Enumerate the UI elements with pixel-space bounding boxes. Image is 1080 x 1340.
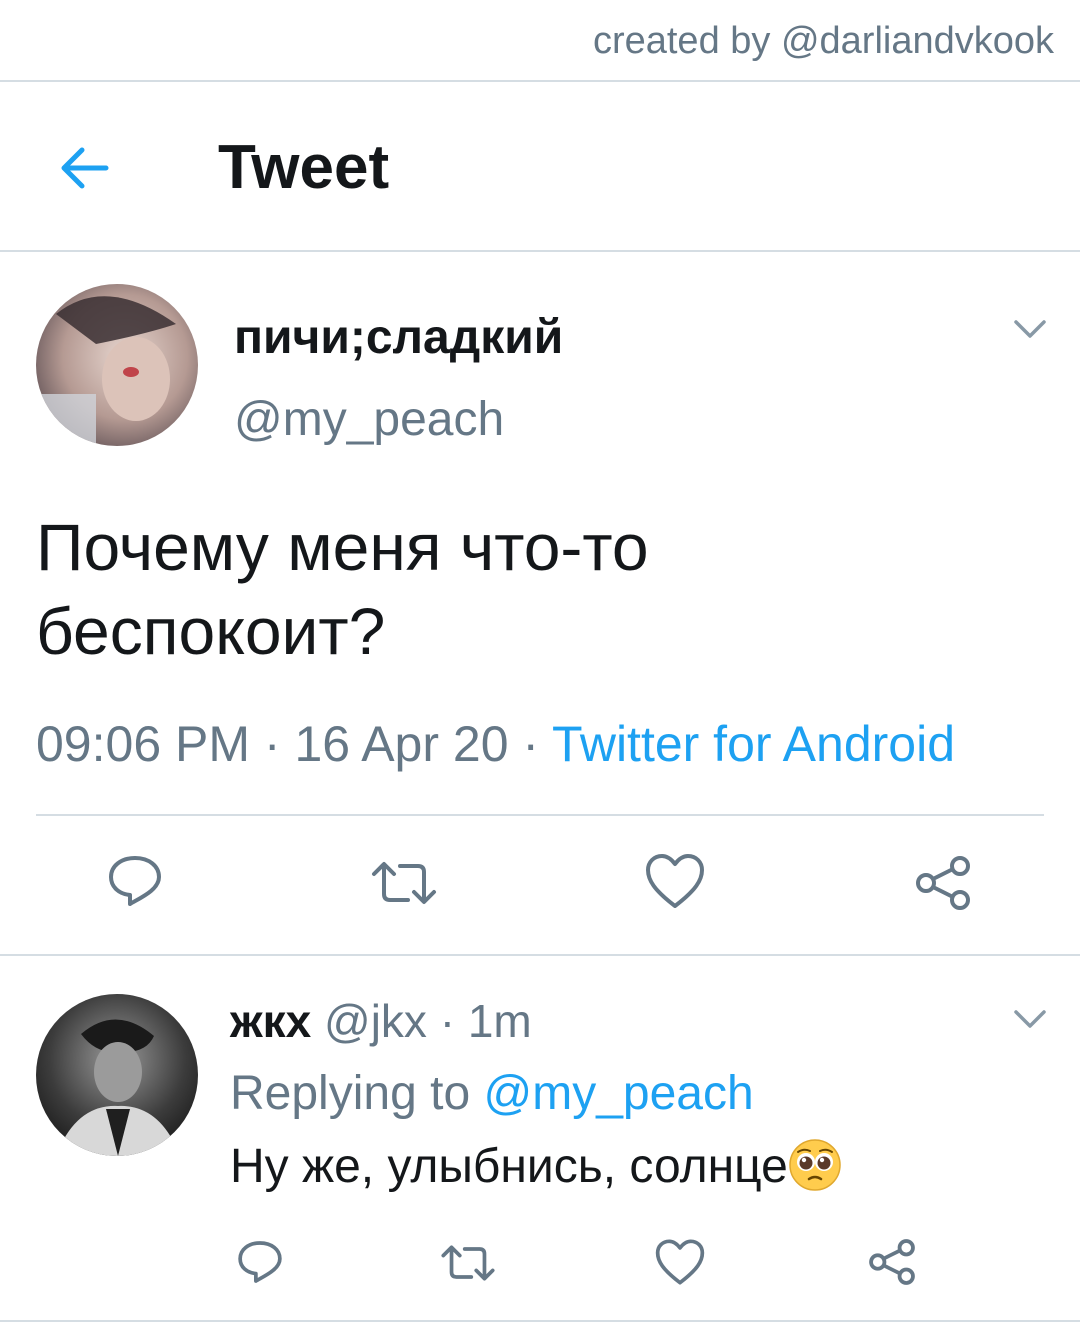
tweet-date: 16 Apr 20: [294, 716, 509, 772]
reply-icon: [238, 1241, 282, 1283]
meta-separator: ·: [250, 716, 295, 772]
watermark-bar: created by @darliandvkook: [0, 0, 1080, 82]
reply-icon: [109, 856, 161, 906]
share-button[interactable]: [866, 1236, 918, 1293]
meta-separator: ·: [426, 995, 468, 1047]
reply-author-handle: @jkx: [324, 995, 427, 1047]
tweet-time: 09:06 PM: [36, 716, 251, 772]
tweet-source-link[interactable]: Twitter for Android: [552, 716, 955, 772]
retweet-button[interactable]: [370, 856, 438, 915]
reply-author-name: жкх: [230, 995, 312, 1047]
tweet-menu-button[interactable]: [1010, 314, 1050, 344]
retweet-icon: [372, 862, 436, 904]
reply-author-avatar[interactable]: [36, 994, 198, 1156]
reply-button[interactable]: [106, 852, 164, 915]
like-button[interactable]: [644, 852, 706, 915]
replying-to: Replying to @my_peach: [230, 1066, 754, 1121]
arrow-left-icon: [61, 147, 109, 189]
reply-age: 1m: [467, 995, 532, 1047]
back-button[interactable]: [56, 140, 112, 196]
section-divider: [0, 954, 1080, 956]
section-divider: [0, 1320, 1080, 1322]
reply-header: жкх @jkx · 1m: [230, 994, 532, 1048]
top-app-bar: Tweet: [0, 82, 1080, 252]
author-handle: @my_peach: [234, 393, 505, 446]
reply-menu-button[interactable]: [1010, 1004, 1050, 1034]
share-icon: [869, 1239, 915, 1285]
retweet-icon: [441, 1245, 495, 1281]
mention-link[interactable]: @my_peach: [483, 1067, 753, 1120]
watermark-text: created by @darliandvkook: [592, 20, 1054, 62]
share-button[interactable]: [912, 852, 974, 919]
author-name: пичи;сладкий: [234, 311, 564, 364]
retweet-button[interactable]: [440, 1240, 496, 1291]
author-avatar[interactable]: [36, 284, 198, 446]
pleading-face-emoji: [788, 1138, 842, 1192]
heart-icon: [655, 1239, 705, 1285]
share-icon: [916, 856, 970, 910]
reply-body: Ну же, улыбнись, солнце: [230, 1138, 842, 1194]
tweet-meta: 09:06 PM · 16 Apr 20 · Twitter for Andro…: [36, 715, 955, 773]
chevron-down-icon: [1014, 1010, 1046, 1028]
like-button[interactable]: [654, 1238, 706, 1291]
page-title: Tweet: [218, 133, 390, 202]
heart-icon: [646, 854, 704, 908]
tweet-text-line: Почему меня что-то: [36, 510, 649, 584]
tweet-text-line: беспокоит?: [36, 594, 386, 668]
reply-text: Ну же, улыбнись, солнце: [230, 1140, 788, 1193]
meta-separator: ·: [508, 716, 553, 772]
chevron-down-icon: [1014, 320, 1046, 338]
replying-label: Replying to: [230, 1067, 471, 1120]
reply-button[interactable]: [236, 1238, 284, 1291]
tweet-body: Почему меня что-то беспокоит?: [36, 505, 1036, 673]
divider: [36, 814, 1044, 816]
